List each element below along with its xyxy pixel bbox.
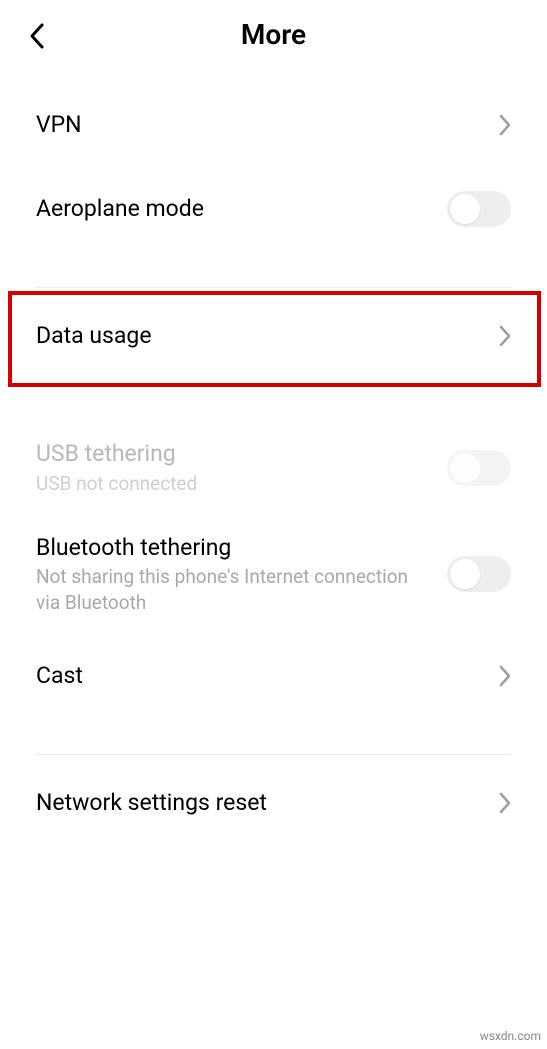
page-title: More <box>20 18 527 51</box>
row-label: Aeroplane mode <box>36 194 435 224</box>
toggle-bluetooth-tethering[interactable] <box>447 556 511 592</box>
row-aeroplane-mode[interactable]: Aeroplane mode <box>0 167 547 251</box>
settings-list: VPN Aeroplane mode Data usage USB tether… <box>0 75 547 851</box>
row-sublabel: Not sharing this phone's Internet connec… <box>36 564 435 615</box>
row-label: Network settings reset <box>36 788 487 818</box>
back-button[interactable] <box>28 22 48 54</box>
chevron-right-icon <box>499 114 511 136</box>
chevron-right-icon <box>499 665 511 687</box>
row-label: Bluetooth tethering <box>36 533 435 563</box>
header: More <box>0 0 547 75</box>
row-network-settings-reset[interactable]: Network settings reset <box>0 755 547 851</box>
row-bluetooth-tethering[interactable]: Bluetooth tethering Not sharing this pho… <box>0 515 547 634</box>
row-cast[interactable]: Cast <box>0 634 547 718</box>
row-usb-tethering: USB tethering USB not connected <box>0 421 547 515</box>
row-vpn[interactable]: VPN <box>0 83 547 167</box>
row-sublabel: USB not connected <box>36 471 435 497</box>
row-label: Data usage <box>36 321 487 351</box>
toggle-usb-tethering <box>447 450 511 486</box>
row-label: VPN <box>36 110 487 140</box>
toggle-aeroplane-mode[interactable] <box>447 191 511 227</box>
chevron-right-icon <box>499 792 511 814</box>
watermark: wsxdn.com <box>480 1029 541 1043</box>
chevron-right-icon <box>499 325 511 347</box>
chevron-left-icon <box>28 22 48 50</box>
row-label: USB tethering <box>36 439 435 469</box>
row-data-usage[interactable]: Data usage <box>0 288 547 384</box>
row-label: Cast <box>36 661 487 691</box>
